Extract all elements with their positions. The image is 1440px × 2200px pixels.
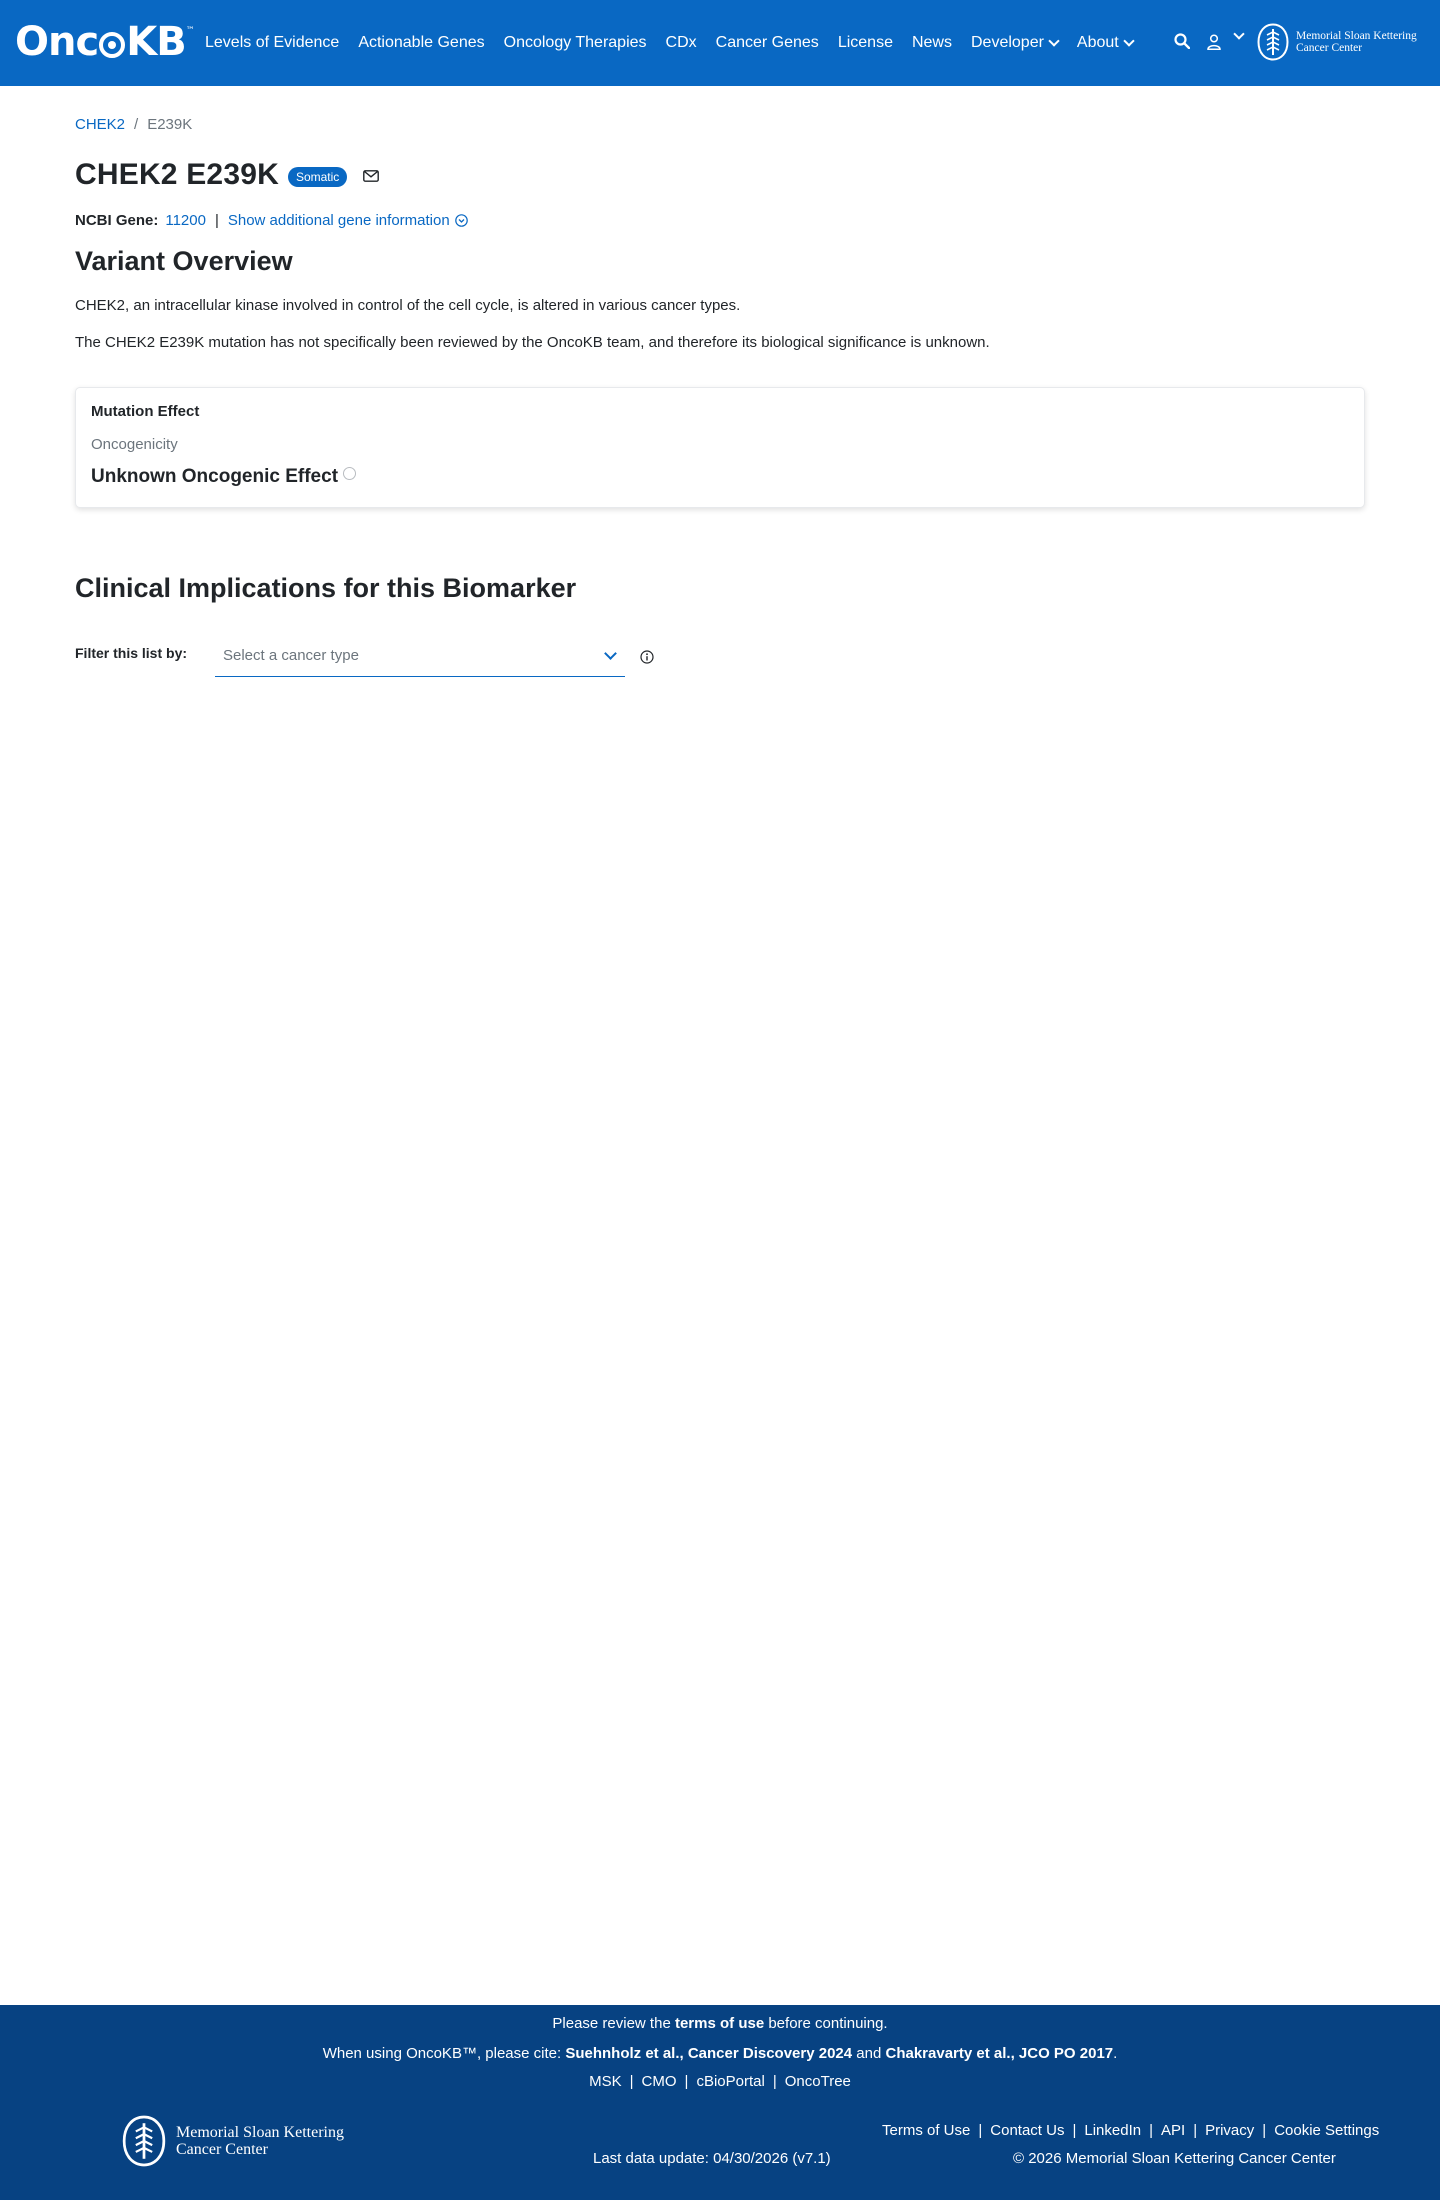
cite-end: .: [1113, 2045, 1118, 2062]
footer-link-separator: |: [1193, 2122, 1198, 2139]
oncogenicity-value: Unknown Oncogenic Effect: [91, 466, 357, 488]
footer-link-separator: |: [684, 2073, 689, 2090]
breadcrumb-separator: /: [134, 116, 139, 133]
logo-text-right: KB: [126, 19, 186, 65]
footer-legal-links: Terms of Use | Contact Us | LinkedIn | A…: [882, 2122, 1379, 2139]
footer-api[interactable]: API: [1161, 2122, 1185, 2139]
footer-link-separator: |: [978, 2122, 983, 2139]
nav-about-label: About: [1076, 34, 1119, 51]
breadcrumb-current: E239K: [147, 116, 193, 133]
chevron-down-icon: [1123, 34, 1135, 47]
somatic-badge: Somatic: [287, 166, 348, 187]
footer-terms-notice: Please review the terms of use before co…: [0, 2015, 1440, 2032]
footer-cookie-settings[interactable]: Cookie Settings: [1274, 2122, 1379, 2139]
logo-target-icon: [99, 32, 126, 58]
cite-prefix: When using OncoKB™, please cite:: [322, 2045, 566, 2062]
footer-link-msk[interactable]: MSK: [589, 2073, 622, 2090]
nav-cdx[interactable]: CDx: [666, 34, 697, 52]
chevron-down-icon: [1048, 34, 1060, 47]
footer-link-separator: |: [629, 2073, 634, 2090]
nav-news[interactable]: News: [912, 34, 952, 52]
variant-summary: The CHEK2 E239K mutation has not specifi…: [75, 334, 990, 351]
user-icon[interactable]: [1207, 34, 1221, 50]
nav-developer-dropdown[interactable]: Developer: [970, 34, 1060, 52]
nav-cancer-genes[interactable]: Cancer Genes: [716, 34, 819, 52]
msk-emblem-icon: [1257, 23, 1289, 61]
footer-link-separator: |: [1149, 2122, 1153, 2139]
footer: Please review the terms of use before co…: [0, 2005, 1440, 2200]
footer-terms-of-use[interactable]: Terms of Use: [882, 2122, 970, 2139]
top-navbar: Onc KB ™ Levels of Evidence Actionable G…: [0, 0, 1440, 86]
nav-developer-label: Developer: [970, 34, 1044, 51]
logo-trademark: ™: [185, 26, 195, 36]
breadcrumb: CHEK2 / E239K: [75, 116, 192, 133]
clinical-implications-heading: Clinical Implications for this Biomarker: [75, 573, 577, 603]
cite-link-1[interactable]: Suehnholz et al., Cancer Discovery 2024: [565, 2045, 852, 2062]
oncokb-logo[interactable]: Onc KB ™: [15, 20, 195, 64]
footer-linkedin[interactable]: LinkedIn: [1084, 2122, 1141, 2139]
terms-notice-prefix: Please review the: [552, 2015, 675, 2032]
nav-levels-of-evidence[interactable]: Levels of Evidence: [205, 34, 339, 52]
msk-emblem-icon: [122, 2115, 166, 2167]
chevron-down-icon: [604, 647, 617, 660]
footer-citation: When using OncoKB™, please cite: Suehnho…: [0, 2045, 1440, 2062]
footer-link-oncotree[interactable]: OncoTree: [785, 2073, 851, 2090]
footer-link-separator: |: [1262, 2122, 1267, 2139]
oncogenicity-label: Oncogenicity: [91, 436, 178, 453]
msk-header-logo-text: Memorial Sloan Kettering Cancer Center: [1296, 30, 1417, 54]
show-gene-info-link[interactable]: Show additional gene information: [228, 212, 468, 229]
terms-notice-suffix: before continuing.: [764, 2015, 888, 2032]
nav-license[interactable]: License: [838, 34, 893, 52]
nav-links: Levels of Evidence Actionable Genes Onco…: [205, 0, 1152, 86]
msk-footer-logo-text: Memorial Sloan Kettering Cancer Center: [176, 2124, 344, 2158]
breadcrumb-gene-link[interactable]: CHEK2: [75, 116, 125, 133]
mutation-effect-title: Mutation Effect: [91, 403, 200, 420]
title-row: CHEK2 E239K Somatic: [75, 158, 380, 192]
footer-privacy[interactable]: Privacy: [1205, 2122, 1254, 2139]
gene-info: NCBI Gene: 11200 | Show additional gene …: [75, 212, 468, 229]
footer-link-separator: |: [1072, 2122, 1077, 2139]
footer-partner-links: MSK | CMO | cBioPortal | OncoTree: [0, 2073, 1440, 2090]
cancer-type-placeholder: Select a cancer type: [223, 647, 359, 664]
footer-link-separator: |: [772, 2073, 777, 2090]
msk-footer-line1: Memorial Sloan Kettering: [176, 2124, 344, 2141]
last-data-update: Last data update: 04/30/2026 (v7.1): [593, 2150, 831, 2167]
info-icon[interactable]: [640, 650, 654, 664]
msk-header-logo[interactable]: Memorial Sloan Kettering Cancer Center: [1257, 23, 1417, 61]
chevron-down-icon[interactable]: [1233, 28, 1245, 40]
nav-about-dropdown[interactable]: About: [1076, 34, 1135, 52]
variant-overview-heading: Variant Overview: [75, 246, 293, 276]
logo-text-left: Onc: [15, 19, 99, 65]
page-title: CHEK2 E239K: [75, 158, 279, 191]
msk-footer-logo[interactable]: Memorial Sloan Kettering Cancer Center: [122, 2115, 344, 2167]
mutation-effect-card: Mutation Effect Oncogenicity Unknown Onc…: [75, 387, 1365, 508]
footer-contact-us[interactable]: Contact Us: [990, 2122, 1064, 2139]
nav-oncology-therapies[interactable]: Oncology Therapies: [504, 34, 647, 52]
filter-label: Filter this list by:: [75, 645, 188, 661]
copyright: © 2026 Memorial Sloan Kettering Cancer C…: [1013, 2150, 1336, 2167]
cancer-type-select[interactable]: Select a cancer type: [215, 641, 625, 677]
msk-line2: Cancer Center: [1296, 42, 1363, 54]
gene-summary: CHEK2, an intracellular kinase involved …: [75, 297, 741, 314]
terms-of-use-link[interactable]: terms of use: [675, 2015, 764, 2032]
gene-info-separator: |: [214, 212, 219, 229]
msk-line1: Memorial Sloan Kettering: [1296, 30, 1417, 42]
cite-link-2[interactable]: Chakravarty et al., JCO PO 2017: [886, 2045, 1114, 2062]
unknown-oncogenic-icon: [343, 466, 357, 480]
msk-footer-line2: Cancer Center: [176, 2141, 268, 2158]
search-icon[interactable]: [1174, 33, 1190, 49]
footer-link-cmo[interactable]: CMO: [642, 2073, 677, 2090]
oncogenicity-value-text: Unknown Oncogenic Effect: [91, 466, 339, 487]
mail-icon[interactable]: [363, 170, 380, 182]
nav-actionable-genes[interactable]: Actionable Genes: [358, 34, 484, 52]
show-gene-info-label: Show additional gene information: [227, 212, 450, 229]
ncbi-gene-label: NCBI Gene:: [75, 212, 159, 229]
chevron-circle-down-icon: [454, 214, 468, 227]
cite-and: and: [852, 2045, 886, 2062]
footer-link-cbioportal[interactable]: cBioPortal: [696, 2073, 764, 2090]
ncbi-gene-link[interactable]: 11200: [165, 212, 206, 229]
